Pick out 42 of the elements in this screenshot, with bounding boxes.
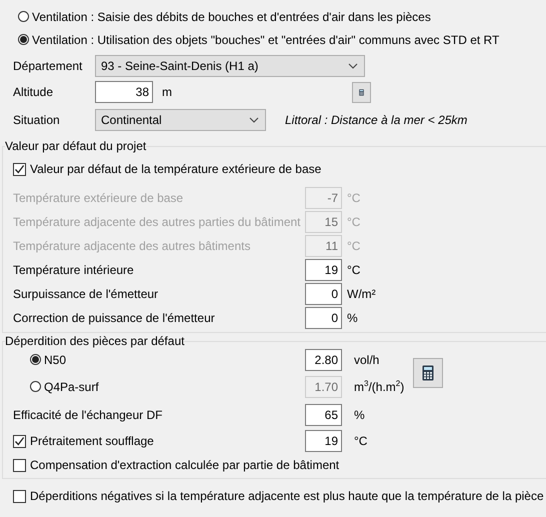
input-field[interactable]: 19 (305, 259, 342, 281)
checkbox-label: Compensation d'extraction calculée par partie de bâtiment (30, 458, 340, 472)
field-label: Surpuissance de l'émetteur (13, 287, 160, 301)
unit-label: °C (347, 191, 360, 205)
group-title: Déperdition des pièces par défaut (5, 334, 184, 348)
field-label: Correction de puissance de l'émetteur (13, 311, 216, 325)
checkbox-label: Valeur par défaut de la température extérieure de base (30, 162, 322, 176)
unit-label: vol/h (354, 352, 380, 366)
dropdown[interactable]: 93 - Seine-Saint-Denis (H1 a) (95, 55, 365, 77)
checkbox-label: Déperditions négatives si la température adjacente est plus haute que la température de la pièce (30, 489, 544, 503)
input-field[interactable]: 65 (305, 404, 342, 426)
input-field[interactable]: 19 (305, 430, 342, 452)
note-text: Littoral : Distance à la mer < 25km (285, 113, 468, 127)
input-field[interactable]: 2.80 (305, 348, 342, 370)
unit-label: m (162, 85, 172, 99)
option-label: Q4Pa-surf (44, 380, 99, 394)
unit-label: °C (347, 215, 360, 229)
unit-label: °C (347, 239, 360, 253)
group-title: Valeur par défaut du projet (5, 139, 146, 153)
field-label: Température extérieure de base (13, 191, 184, 205)
field-label: Température adjacente des autres bâtiments (13, 239, 252, 253)
option-label: Ventilation : Utilisation des objets "bouches" et "entrées d'air" communs avec STD et RT (32, 32, 500, 46)
field-label: Température intérieure (13, 263, 135, 277)
unit-label: % (347, 311, 358, 325)
input-field[interactable]: 1.70 (305, 376, 342, 398)
option-label: N50 (44, 352, 66, 366)
unit-label: % (354, 408, 366, 422)
field-label: Département (13, 59, 84, 73)
option-label: Ventilation : Saisie des débits de bouches et d'entrées d'air dans les pièces (32, 10, 431, 24)
field-label: Situation (13, 113, 61, 127)
unit-label: m$^{3}$/(h.m$^{2}$) (354, 380, 406, 394)
dropdown[interactable]: Continental (95, 109, 266, 131)
unit-label: °C (354, 434, 368, 448)
input-field[interactable]: 38 (95, 81, 153, 103)
checkbox-label: Prétraitement soufflage (30, 434, 154, 448)
unit-label: W/m² (347, 287, 376, 301)
input-field[interactable]: 0 (305, 283, 342, 305)
field-label: Altitude (13, 85, 54, 99)
field-label: Température adjacente des autres parties du bâtiment (13, 215, 302, 229)
input-field[interactable]: 0 (305, 307, 342, 329)
unit-label: °C (347, 263, 360, 277)
field-label: Efficacité de l'échangeur DF (13, 408, 164, 422)
